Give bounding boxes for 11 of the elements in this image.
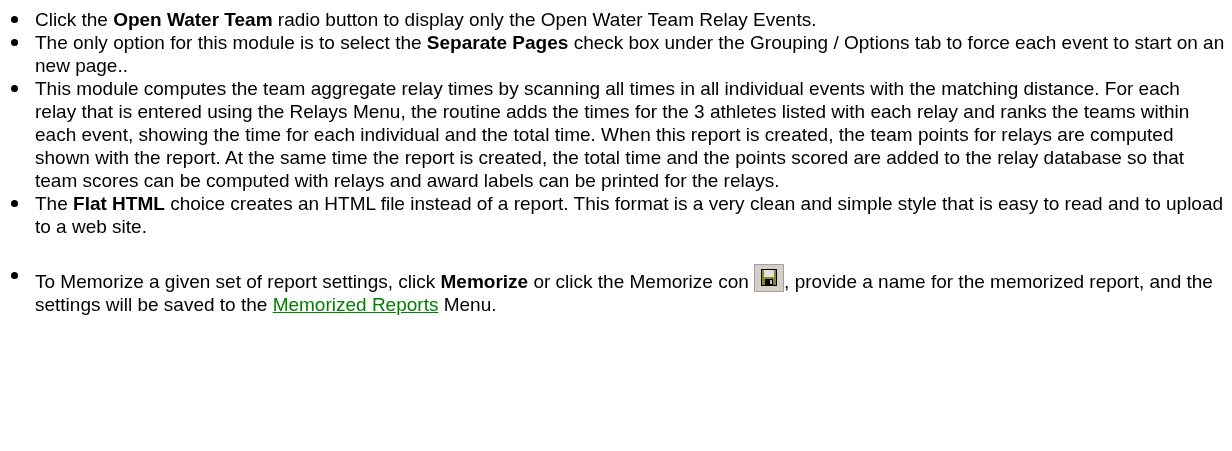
bullet-text: To Memorize a given set of report settings, click Memorize or click the Memorize con , provide a name for the memorized report, and the settings will be saved to the Memorized Reports Menu.	[35, 264, 1225, 316]
bullet-text: The only option for this module is to select the Separate Pages check box under the Grouping / Options tab to force each event to start on an new page..	[35, 31, 1225, 77]
bullet-icon	[11, 16, 18, 23]
bullet-icon	[11, 85, 18, 92]
bullet-text: The Flat HTML choice creates an HTML file instead of a report. This format is a very clean and simple style that is easy to read and to upload to a web site.	[35, 192, 1225, 238]
bullet-text: Click the Open Water Team radio button to display only the Open Water Team Relay Events.	[35, 8, 818, 31]
bullet-icon	[11, 272, 18, 279]
memorized-reports-link[interactable]: Memorized Reports	[272, 294, 439, 315]
bullet-text: This module computes the team aggregate relay times by scanning all times in all individual events with the matching distance. For each relay that is entered using the Relays Menu, the routine adds the times for the 3 athletes listed with each relay and ranks the teams within each event, showing the time for each individual and the total time. When this report is created, the team points for relays are computed shown with the report. At the same time the report is created, the total time and the points scored are added to the relay database so that team scores can be computed with relays and award labels can be printed for the relays.	[35, 77, 1191, 192]
bullet-icon	[11, 39, 18, 46]
bullet-icon	[11, 200, 18, 207]
